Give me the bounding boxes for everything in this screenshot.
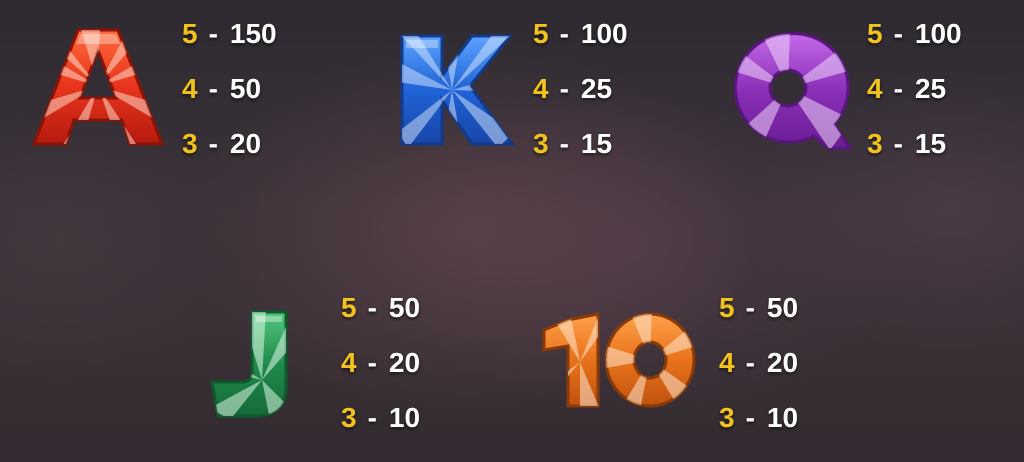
symbol-count: 4	[867, 73, 883, 104]
symbol-count: 4	[533, 73, 549, 104]
pay-row: 5-100	[533, 6, 628, 61]
paytable-q: 5-100 4-25 3-15	[867, 6, 962, 171]
payout-value: 10	[766, 402, 799, 433]
pay-row: 5-100	[867, 6, 962, 61]
pay-row: 4-25	[533, 61, 628, 116]
symbol-count: 5	[533, 18, 549, 49]
symbol-a	[30, 26, 166, 150]
payout-value: 150	[229, 18, 277, 49]
paytable-a: 5-150 4-50 3-20	[182, 6, 277, 171]
separator: -	[208, 128, 218, 159]
symbol-q	[730, 30, 853, 150]
candy-number-10-icon	[542, 312, 696, 408]
payout-value: 20	[388, 347, 421, 378]
separator: -	[208, 18, 218, 49]
separator: -	[893, 73, 903, 104]
symbol-count: 5	[867, 18, 883, 49]
candy-letter-k-icon	[400, 34, 515, 146]
separator: -	[745, 292, 755, 323]
symbol-count: 4	[182, 73, 198, 104]
payout-value: 20	[229, 128, 262, 159]
payout-value: 20	[766, 347, 799, 378]
separator: -	[559, 73, 569, 104]
pay-row: 4-20	[719, 335, 798, 390]
pay-row: 3-15	[867, 116, 962, 171]
payout-value: 25	[580, 73, 613, 104]
symbol-count: 5	[719, 292, 735, 323]
pay-row: 3-15	[533, 116, 628, 171]
payout-value: 25	[914, 73, 947, 104]
pay-row: 4-20	[341, 335, 420, 390]
separator: -	[208, 73, 218, 104]
separator: -	[367, 347, 377, 378]
symbol-count: 5	[182, 18, 198, 49]
pay-row: 4-25	[867, 61, 962, 116]
separator: -	[893, 128, 903, 159]
symbol-count: 3	[719, 402, 735, 433]
symbol-count: 3	[533, 128, 549, 159]
payout-value: 50	[766, 292, 799, 323]
pay-row: 5-150	[182, 6, 277, 61]
pay-row: 3-10	[341, 390, 420, 445]
payout-value: 50	[229, 73, 262, 104]
pay-row: 5-50	[341, 280, 420, 335]
separator: -	[559, 18, 569, 49]
payout-value: 100	[914, 18, 962, 49]
pay-row: 5-50	[719, 280, 798, 335]
separator: -	[745, 402, 755, 433]
candy-letter-a-icon	[31, 28, 165, 146]
symbol-count: 5	[341, 292, 357, 323]
payout-value: 15	[580, 128, 613, 159]
separator: -	[745, 347, 755, 378]
symbol-count: 3	[341, 402, 357, 433]
symbol-count: 3	[182, 128, 198, 159]
payout-value: 50	[388, 292, 421, 323]
symbol-j	[210, 308, 290, 420]
payout-value: 100	[580, 18, 628, 49]
payout-value: 10	[388, 402, 421, 433]
candy-letter-q-icon	[733, 32, 853, 150]
paytable-10: 5-50 4-20 3-10	[719, 280, 798, 445]
separator: -	[367, 292, 377, 323]
paytable-j: 5-50 4-20 3-10	[341, 280, 420, 445]
payout-value: 15	[914, 128, 947, 159]
candy-letter-j-icon	[210, 310, 288, 418]
pay-row: 3-20	[182, 116, 277, 171]
separator: -	[893, 18, 903, 49]
symbol-count: 3	[867, 128, 883, 159]
separator: -	[559, 128, 569, 159]
pay-row: 4-50	[182, 61, 277, 116]
symbol-count: 4	[719, 347, 735, 378]
symbol-k	[398, 32, 515, 148]
paytable-k: 5-100 4-25 3-15	[533, 6, 628, 171]
pay-row: 3-10	[719, 390, 798, 445]
separator: -	[367, 402, 377, 433]
symbol-count: 4	[341, 347, 357, 378]
symbol-10	[540, 312, 696, 410]
